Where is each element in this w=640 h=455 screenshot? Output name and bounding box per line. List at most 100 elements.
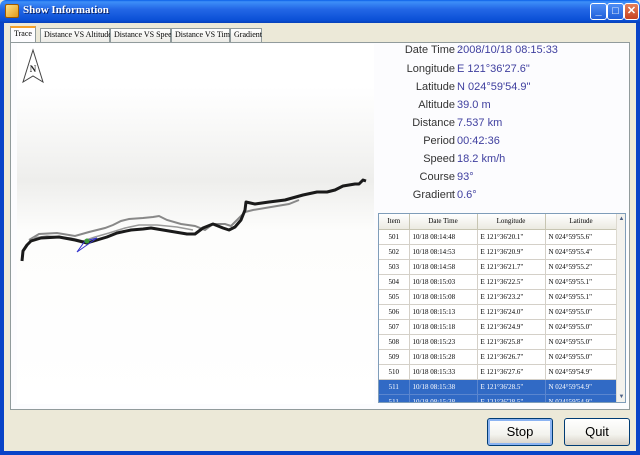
cell-datetime: 10/18 08:14:53 <box>409 244 478 260</box>
compass-icon: N <box>22 48 44 84</box>
tab-gradient[interactable]: Gradient <box>230 28 262 42</box>
info-value-datetime: 2008/10/18 08:15:33 <box>457 44 558 56</box>
cell-item: 511 <box>379 394 410 402</box>
info-value-longitude: E 121°36'27.6" <box>457 63 530 75</box>
tab-distance-vs-time[interactable]: Distance VS Time <box>171 28 234 42</box>
cell-latitude: N 024°59'54.9" <box>545 379 618 395</box>
cell-longitude: E 121°36'24.9" <box>477 319 546 335</box>
table-row[interactable]: 507 10/18 08:15:18 E 121°36'24.9" N 024°59'… <box>379 319 618 335</box>
info-value-distance: 7.537 km <box>457 117 503 129</box>
cell-item: 503 <box>379 259 410 275</box>
grid-vertical-scrollbar[interactable]: ▲ ▼ <box>616 214 625 402</box>
maximize-button[interactable]: □ <box>607 3 624 20</box>
info-label: Distance <box>412 117 455 129</box>
column-header-longitude[interactable]: Longitude <box>477 214 546 230</box>
cell-item: 509 <box>379 349 410 365</box>
column-header-latitude[interactable]: Latitude <box>545 214 618 230</box>
info-value-period: 00:42:36 <box>457 135 500 147</box>
cell-longitude: E 121°36'23.2" <box>477 289 546 305</box>
cell-latitude: N 024°59'55.4" <box>545 244 618 260</box>
info-separator: : <box>450 135 454 147</box>
cell-item: 502 <box>379 244 410 260</box>
info-value-course: 93° <box>457 171 474 183</box>
window-frame-right <box>636 23 640 455</box>
cell-item: 510 <box>379 364 410 380</box>
cell-datetime: 10/18 08:15:38 <box>409 379 478 395</box>
cursor-marker <box>84 238 90 244</box>
scroll-up-icon[interactable]: ▲ <box>618 215 625 223</box>
table-row[interactable]: 508 10/18 08:15:23 E 121°36'25.8" N 024°59'… <box>379 334 618 350</box>
trace-path <box>20 178 367 262</box>
info-label: Longitude <box>406 63 455 75</box>
close-button[interactable]: ✕ <box>624 3 639 20</box>
table-row[interactable]: 502 10/18 08:14:53 E 121°36'20.9" N 024°59'… <box>379 244 618 260</box>
compass-label: N <box>30 64 37 74</box>
cell-item: 501 <box>379 229 410 245</box>
column-header-datetime[interactable]: Date Time <box>409 214 478 230</box>
cell-datetime: 10/18 08:15:08 <box>409 289 478 305</box>
table-row[interactable]: 505 10/18 08:15:08 E 121°36'23.2" N 024°59'… <box>379 289 618 305</box>
info-separator: : <box>450 117 454 129</box>
cell-latitude: N 024°59'55.0" <box>545 349 618 365</box>
cell-datetime: 10/18 08:15:33 <box>409 364 478 380</box>
info-value-gradient: 0.6° <box>457 189 477 201</box>
cell-latitude: N 024°59'54.9" <box>545 394 618 402</box>
title-bar[interactable]: Show Information _ □ ✕ <box>0 0 640 23</box>
info-row-course: Course : 93° <box>380 171 616 187</box>
cell-longitude: E 121°36'20.1" <box>477 229 546 245</box>
cell-latitude: N 024°59'55.2" <box>545 259 618 275</box>
cell-latitude: N 024°59'54.9" <box>545 364 618 380</box>
scroll-down-icon[interactable]: ▼ <box>618 393 625 401</box>
table-row[interactable]: 504 10/18 08:15:03 E 121°36'22.5" N 024°59'… <box>379 274 618 290</box>
tab-distance-vs-altitude[interactable]: Distance VS Altitude <box>40 28 112 42</box>
tab-trace[interactable]: Trace <box>10 26 36 42</box>
table-row-selected[interactable]: 511 10/18 08:15:38 E 121°36'28.5" N 024°59'… <box>379 394 618 402</box>
cell-latitude: N 024°59'55.0" <box>545 334 618 350</box>
cell-datetime: 10/18 08:15:28 <box>409 349 478 365</box>
info-label: Gradient <box>412 189 455 201</box>
cell-item: 507 <box>379 319 410 335</box>
cell-item: 508 <box>379 334 410 350</box>
cell-latitude: N 024°59'55.0" <box>545 304 618 320</box>
cell-datetime: 10/18 08:15:38 <box>409 394 478 402</box>
cell-datetime: 10/18 08:15:23 <box>409 334 478 350</box>
info-row-distance: Distance : 7.537 km <box>380 117 616 133</box>
info-value-speed: 18.2 km/h <box>457 153 506 165</box>
cell-longitude: E 121°36'22.5" <box>477 274 546 290</box>
cell-latitude: N 024°59'55.1" <box>545 274 618 290</box>
cell-datetime: 10/18 08:15:03 <box>409 274 478 290</box>
stop-button[interactable]: Stop <box>487 418 553 446</box>
table-row[interactable]: 509 10/18 08:15:28 E 121°36'26.7" N 024°59'… <box>379 349 618 365</box>
info-separator: : <box>450 81 454 93</box>
minimize-button[interactable]: _ <box>590 3 607 20</box>
info-row-datetime: Date Time : 2008/10/18 08:15:33 <box>380 44 616 60</box>
cell-longitude: E 121°36'26.7" <box>477 349 546 365</box>
info-row-gradient: Gradient : 0.6° <box>380 189 616 205</box>
info-value-altitude: 39.0 m <box>457 99 491 111</box>
tab-distance-vs-speed[interactable]: Distance VS Speed <box>110 28 176 42</box>
cell-longitude: E 121°36'28.5" <box>477 394 546 402</box>
table-row[interactable]: 506 10/18 08:15:13 E 121°36'24.0" N 024°59'… <box>379 304 618 320</box>
cell-longitude: E 121°36'21.7" <box>477 259 546 275</box>
cell-latitude: N 024°59'55.0" <box>545 319 618 335</box>
info-row-latitude: Latitude : N 024°59'54.9" <box>380 81 616 97</box>
column-header-item[interactable]: Item <box>379 214 410 230</box>
cell-datetime: 10/18 08:14:58 <box>409 259 478 275</box>
info-row-altitude: Altitude : 39.0 m <box>380 99 616 115</box>
window-frame-left <box>0 23 4 455</box>
window-title: Show Information <box>23 4 109 16</box>
trace-map[interactable]: N <box>17 44 374 404</box>
cell-longitude: E 121°36'28.5" <box>477 379 546 395</box>
table-row[interactable]: 510 10/18 08:15:33 E 121°36'27.6" N 024°59'… <box>379 364 618 380</box>
cell-item: 505 <box>379 289 410 305</box>
window-frame-bottom <box>0 451 640 455</box>
info-separator: : <box>450 63 454 75</box>
table-row-selected[interactable]: 511 10/18 08:15:38 E 121°36'28.5" N 024°59'… <box>379 379 618 395</box>
trackpoint-grid[interactable]: Item Date Time Longitude Latitude 501 10/… <box>378 213 626 403</box>
quit-button[interactable]: Quit <box>564 418 630 446</box>
cell-latitude: N 024°59'55.1" <box>545 289 618 305</box>
table-row[interactable]: 503 10/18 08:14:58 E 121°36'21.7" N 024°59'… <box>379 259 618 275</box>
table-row[interactable]: 501 10/18 08:14:48 E 121°36'20.1" N 024°59'… <box>379 229 618 245</box>
cell-longitude: E 121°36'25.8" <box>477 334 546 350</box>
trace-path-secondary <box>28 199 300 241</box>
